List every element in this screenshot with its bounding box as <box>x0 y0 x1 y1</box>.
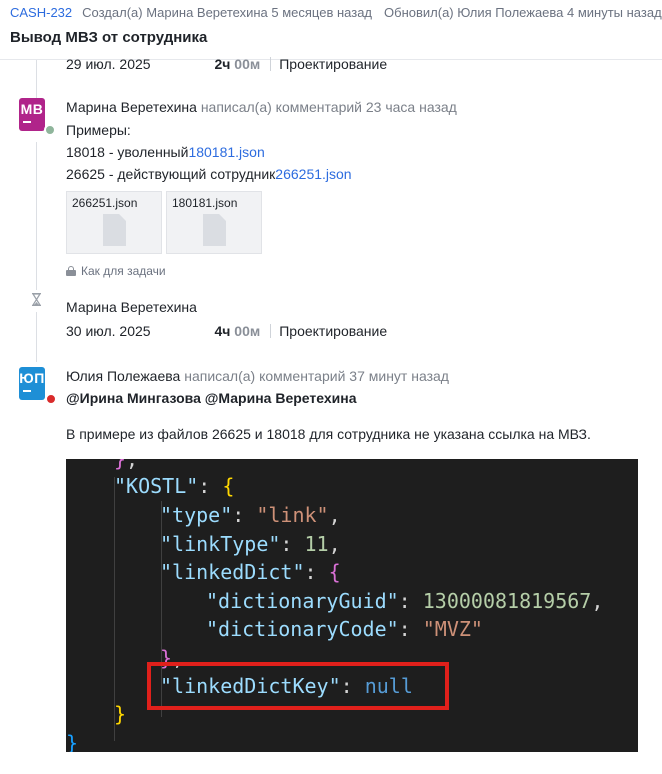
worklog-date: 29 июл. 2025 <box>66 56 151 72</box>
highlight-box <box>147 662 449 710</box>
worklog-minutes: 00м <box>234 323 261 339</box>
comment-line: 26625 - действующий сотрудник266251.json <box>66 166 352 182</box>
comment-line: 18018 - уволенный180181.json <box>66 144 265 160</box>
task-key-link[interactable]: CASH-232 <box>10 5 72 20</box>
attachment-card[interactable]: 180181.json <box>166 191 262 254</box>
status-badge <box>44 124 56 136</box>
code-key: "linkType" <box>160 532 281 556</box>
code-key: "dictionaryGuid" <box>206 589 399 613</box>
code-line: "linkedDict": { <box>160 560 341 584</box>
code-line: "dictionaryGuid": 13000081819567, <box>206 589 604 613</box>
status-badge <box>45 393 57 405</box>
comment-header: Марина Веретехина написал(а) комментарий… <box>66 99 457 115</box>
comment-author[interactable]: Юлия Полежаева <box>66 368 180 384</box>
comment-text: 26625 - действующий сотрудник <box>66 166 276 182</box>
updated-info: Обновил(а) Юлия Полежаева 4 минуты назад <box>384 5 662 20</box>
timeline-line <box>36 60 37 98</box>
file-link[interactable]: 266251.json <box>275 166 351 182</box>
worklog-entry-top: 29 июл. 2025 2ч 00м Проектирование <box>66 56 387 72</box>
hourglass-icon <box>31 293 42 306</box>
code-line: "type": "link", <box>160 503 341 527</box>
divider <box>270 57 272 71</box>
avatar-mark <box>23 390 31 392</box>
code-key: "KOSTL" <box>114 474 199 498</box>
attachment-name: 266251.json <box>72 196 138 210</box>
avatar-initials: МВ <box>20 101 44 117</box>
comment-header: Юлия Полежаева написал(а) комментарий 37… <box>66 368 449 384</box>
task-meta: CASH-232 Создал(а) Марина Веретехина 5 ме… <box>10 5 662 20</box>
worklog-activity: Проектирование <box>279 56 388 72</box>
timeline-line <box>36 312 37 362</box>
code-screenshot: }, "KOSTL": { "type": "link", "linkType"… <box>66 459 638 752</box>
comment-body: В примере из файлов 26625 и 18018 для со… <box>66 426 591 442</box>
avatar[interactable]: МВ <box>19 98 45 131</box>
file-icon <box>103 214 126 246</box>
code-line: "KOSTL": { <box>114 474 235 498</box>
attachment-card[interactable]: 266251.json <box>66 191 162 254</box>
code-value: "link" <box>256 503 329 527</box>
created-info: Создал(а) Марина Веретехина 5 месяцев на… <box>82 5 373 20</box>
worklog-hours: 4ч <box>214 323 231 339</box>
code-line: }, <box>114 459 139 471</box>
avatar-mark <box>23 121 31 123</box>
code-line: } <box>66 731 79 752</box>
worklog-activity: Проектирование <box>279 323 388 339</box>
divider <box>270 324 272 338</box>
avatar-initials: ЮП <box>19 370 45 386</box>
task-header: CASH-232 Создал(а) Марина Веретехина 5 ме… <box>0 0 662 60</box>
worklog-author[interactable]: Марина Веретехина <box>66 299 197 315</box>
code-line: "dictionaryCode": "MVZ" <box>206 617 483 641</box>
code-key: "type" <box>160 503 233 527</box>
avatar[interactable]: ЮП <box>19 367 45 400</box>
comment-action: написал(а) комментарий 23 часа назад <box>200 99 457 115</box>
code-line: "linkType": 11, <box>160 532 341 556</box>
timeline-line <box>36 142 37 290</box>
comment-text: 18018 - уволенный <box>66 144 189 160</box>
code-key: "dictionaryCode" <box>206 617 399 641</box>
code-value: "MVZ" <box>422 617 483 641</box>
worklog-entry: 30 июл. 2025 4ч 00м Проектирование <box>66 323 387 339</box>
comment-line: Примеры: <box>66 122 131 138</box>
task-title: Вывод МВЗ от сотрудника <box>10 29 208 46</box>
code-key: "linkedDict" <box>160 560 305 584</box>
code-line: } <box>114 702 127 726</box>
visibility-text: Как для задачи <box>81 264 166 278</box>
attachment-name: 180181.json <box>172 196 238 210</box>
worklog-date: 30 июл. 2025 <box>66 323 151 339</box>
file-link[interactable]: 180181.json <box>188 144 264 160</box>
file-icon <box>203 214 226 246</box>
lock-icon <box>66 266 76 276</box>
comment-author[interactable]: Марина Веретехина <box>66 99 197 115</box>
code-value: 11 <box>304 532 329 556</box>
comment-action: написал(а) комментарий 37 минут назад <box>184 368 449 384</box>
visibility-label[interactable]: Как для задачи <box>66 264 166 278</box>
worklog-hours: 2ч <box>214 56 231 72</box>
comment-mentions[interactable]: @Ирина Мингазова @Марина Веретехина <box>66 390 356 406</box>
code-value: 13000081819567 <box>422 589 592 613</box>
worklog-minutes: 00м <box>234 56 261 72</box>
